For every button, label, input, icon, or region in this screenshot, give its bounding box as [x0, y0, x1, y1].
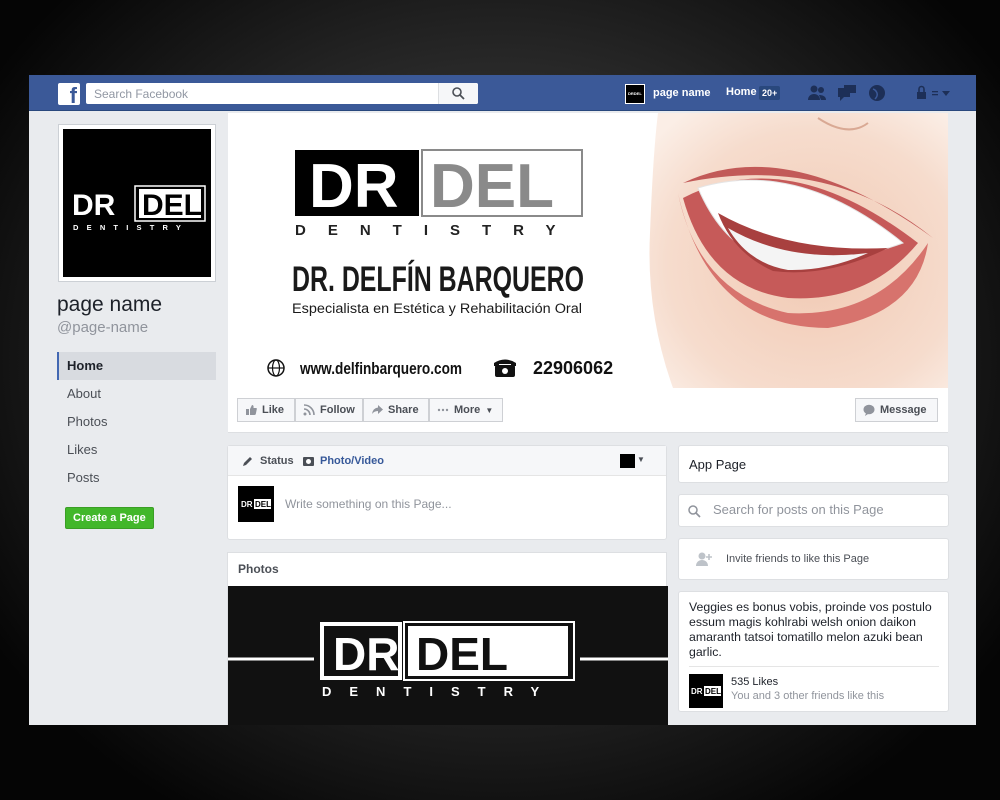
logo-mini-text: DRDEL	[628, 91, 642, 96]
photos-title[interactable]: Photos	[228, 553, 666, 586]
profile-picture[interactable]: DR DEL DENTISTRY	[58, 124, 216, 282]
search-input[interactable]	[86, 83, 436, 104]
friends-icon[interactable]	[807, 84, 827, 102]
page-search-input[interactable]	[713, 502, 933, 517]
nav-item-photos[interactable]: Photos	[57, 408, 216, 436]
svg-text:DR: DR	[241, 500, 253, 509]
photos-section: Photos DR DEL DENTISTRY	[227, 552, 668, 725]
nav-item-posts[interactable]: Posts	[57, 464, 216, 492]
svg-text:DEL: DEL	[255, 500, 271, 509]
chevron-down-icon[interactable]: ▼	[637, 455, 645, 464]
facebook-logo-icon[interactable]: f	[58, 83, 80, 105]
profile-logo-sub: DENTISTRY	[73, 223, 189, 232]
composer-input[interactable]: Write something on this Page...	[285, 497, 452, 511]
nav-item-about[interactable]: About	[57, 380, 216, 408]
profile-logo-image: DR DEL DENTISTRY	[63, 129, 211, 277]
more-button[interactable]: More ▼	[429, 398, 503, 422]
home-link[interactable]: Home	[726, 86, 757, 98]
likes-count[interactable]: 535 Likes	[731, 676, 778, 688]
photo-logo-sub: DENTISTRY	[322, 684, 557, 699]
like-label: Like	[262, 404, 285, 416]
profile-logo-dr: DR	[72, 189, 116, 222]
chevron-down-icon: ▼	[485, 406, 494, 415]
website-globe-icon	[267, 359, 285, 377]
page-handle[interactable]: @page-name	[57, 319, 148, 336]
friends-like-text: You and 3 other friends like this	[731, 690, 885, 702]
invite-friends-text: Invite friends to like this Page	[726, 553, 870, 565]
cover-logo-sub: DENTISTRY	[295, 222, 577, 239]
phone-number: 22906062	[533, 358, 613, 378]
tab-photo-video[interactable]: Photo/Video	[320, 455, 384, 467]
messenger-icon	[863, 404, 875, 416]
add-friend-icon	[696, 552, 712, 566]
nav-item-home[interactable]: Home	[57, 352, 216, 380]
likes-page-avatar: DR DEL	[689, 674, 723, 708]
composer-avatar: DR DEL	[238, 486, 274, 522]
svg-text:DR: DR	[691, 687, 703, 696]
phone-icon	[494, 359, 516, 377]
share-arrow-icon	[372, 405, 383, 414]
dropdown-arrow-icon[interactable]	[940, 84, 952, 102]
invite-friends-box[interactable]: Invite friends to like this Page	[678, 538, 949, 580]
specialty-text: Especialista en Estética y Rehabilitació…	[292, 301, 582, 316]
profile-logo-del: DEL	[142, 189, 202, 222]
doctor-name: DR. DELFÍN BARQUERO	[292, 259, 584, 299]
cover-photo[interactable]: DR DEL DENTISTRY DR. DELFÍN BARQUERO Esp…	[228, 113, 948, 388]
topbar-page-name[interactable]: page name	[653, 87, 710, 99]
privacy-icon[interactable]	[915, 84, 929, 102]
messages-icon[interactable]	[837, 84, 857, 102]
post-composer: Status Photo/Video ▼ DR DEL Write someth…	[227, 445, 667, 540]
camera-icon	[303, 457, 314, 466]
share-button[interactable]: Share	[363, 398, 429, 422]
svg-text:DEL: DEL	[705, 687, 721, 696]
page-action-bar: Like Follow Share More ▼ Message	[228, 388, 948, 433]
top-navigation-bar: f DRDEL page name Home 20+	[29, 75, 976, 111]
search-button[interactable]	[438, 83, 478, 104]
tab-status[interactable]: Status	[260, 455, 294, 467]
facebook-page-mockup: f DRDEL page name Home 20+ DR DEL DENTIS…	[29, 75, 976, 725]
composer-tabs: Status Photo/Video ▼	[228, 446, 666, 476]
page-search-box	[678, 494, 949, 527]
photo-thumbnail[interactable]: DR DEL DENTISTRY	[228, 586, 668, 725]
follow-button[interactable]: Follow	[295, 398, 363, 422]
menu-lines-icon	[932, 91, 938, 96]
message-label: Message	[880, 404, 927, 416]
nav-item-likes[interactable]: Likes	[57, 436, 216, 464]
create-page-button[interactable]: Create a Page	[65, 507, 154, 529]
photo-logo-del: DEL	[416, 628, 508, 680]
smile-photo	[649, 113, 948, 388]
app-page-box[interactable]: App Page	[678, 445, 949, 483]
photo-logo-dr: DR	[333, 628, 399, 680]
message-button[interactable]: Message	[855, 398, 938, 422]
search-icon	[688, 505, 701, 518]
composer-page-avatar[interactable]	[620, 454, 635, 468]
page-name[interactable]: page name	[57, 293, 162, 317]
search-bar	[86, 83, 478, 104]
rss-icon	[303, 404, 315, 416]
left-navigation: Home About Photos Likes Posts	[57, 352, 216, 492]
follow-label: Follow	[320, 404, 355, 416]
more-label: More	[454, 404, 481, 416]
thumbs-up-icon	[246, 405, 257, 415]
search-icon	[452, 87, 465, 100]
pencil-icon	[243, 457, 252, 466]
page-avatar-thumbnail[interactable]: DRDEL	[625, 84, 645, 104]
cover-logo-del: DEL	[430, 152, 554, 221]
more-dots-icon	[437, 408, 449, 412]
like-button[interactable]: Like	[237, 398, 295, 422]
share-label: Share	[388, 404, 419, 416]
cover-logo-dr: DR	[309, 152, 399, 221]
home-notification-badge: 20+	[759, 86, 781, 100]
globe-icon[interactable]	[867, 84, 887, 102]
website-url: www.delfinbarquero.com	[299, 359, 462, 378]
about-text: Veggies es bonus vobis, proinde vos post…	[689, 600, 932, 659]
divider	[689, 666, 939, 667]
about-likes-box: Veggies es bonus vobis, proinde vos post…	[678, 591, 949, 712]
